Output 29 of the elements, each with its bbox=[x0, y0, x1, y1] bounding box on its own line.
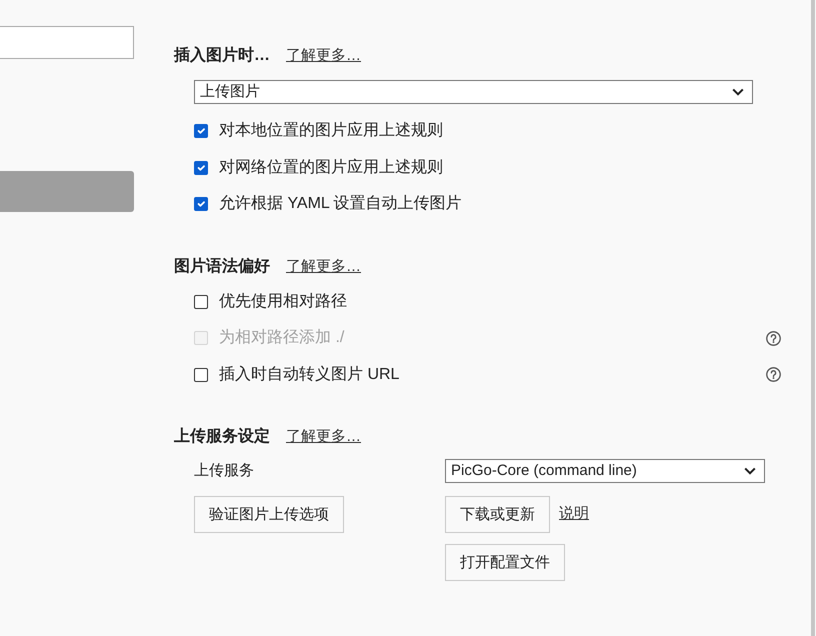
checkbox-label: 允许根据 YAML 设置自动上传图片 bbox=[219, 194, 462, 214]
section-heading: 图片语法偏好 bbox=[174, 256, 270, 276]
checkbox[interactable] bbox=[194, 124, 208, 138]
checkbox-label: 对本地位置的图片应用上述规则 bbox=[219, 120, 443, 142]
dropdown[interactable]: 上传图片 bbox=[194, 80, 753, 104]
input-field[interactable] bbox=[0, 26, 134, 59]
action-button[interactable]: 验证图片上传选项 bbox=[194, 496, 344, 533]
action-button[interactable]: 打开配置文件 bbox=[445, 544, 565, 581]
chevron-down-icon bbox=[732, 88, 744, 96]
checkbox[interactable] bbox=[194, 160, 208, 175]
learn-more-link[interactable]: 了解更多… bbox=[286, 256, 361, 278]
help-icon[interactable] bbox=[766, 367, 781, 382]
checkbox[interactable] bbox=[194, 294, 208, 309]
learn-more-link[interactable]: 了解更多… bbox=[286, 426, 361, 448]
checkbox[interactable] bbox=[194, 197, 208, 212]
checkbox[interactable] bbox=[194, 368, 208, 382]
section-heading: 插入图片时… bbox=[174, 45, 270, 66]
checkbox-label: 对网络位置的图片应用上述规则 bbox=[219, 158, 443, 178]
checkbox-label: 为相对路径添加 ./ bbox=[219, 328, 344, 348]
checkbox-label: 插入时自动转义图片 URL bbox=[219, 364, 400, 385]
dropdown[interactable]: PicGo-Core (command line) bbox=[445, 459, 765, 483]
checkbox-label: 优先使用相对路径 bbox=[219, 292, 347, 312]
scrollbar[interactable] bbox=[811, 0, 815, 636]
action-button[interactable]: 下载或更新 bbox=[445, 496, 550, 533]
section-heading: 上传服务设定 bbox=[174, 426, 270, 447]
help-link[interactable]: 说明 bbox=[559, 503, 589, 526]
field-label: 上传服务 bbox=[194, 461, 254, 481]
learn-more-link[interactable]: 了解更多… bbox=[286, 45, 361, 67]
chevron-down-icon bbox=[744, 467, 756, 475]
